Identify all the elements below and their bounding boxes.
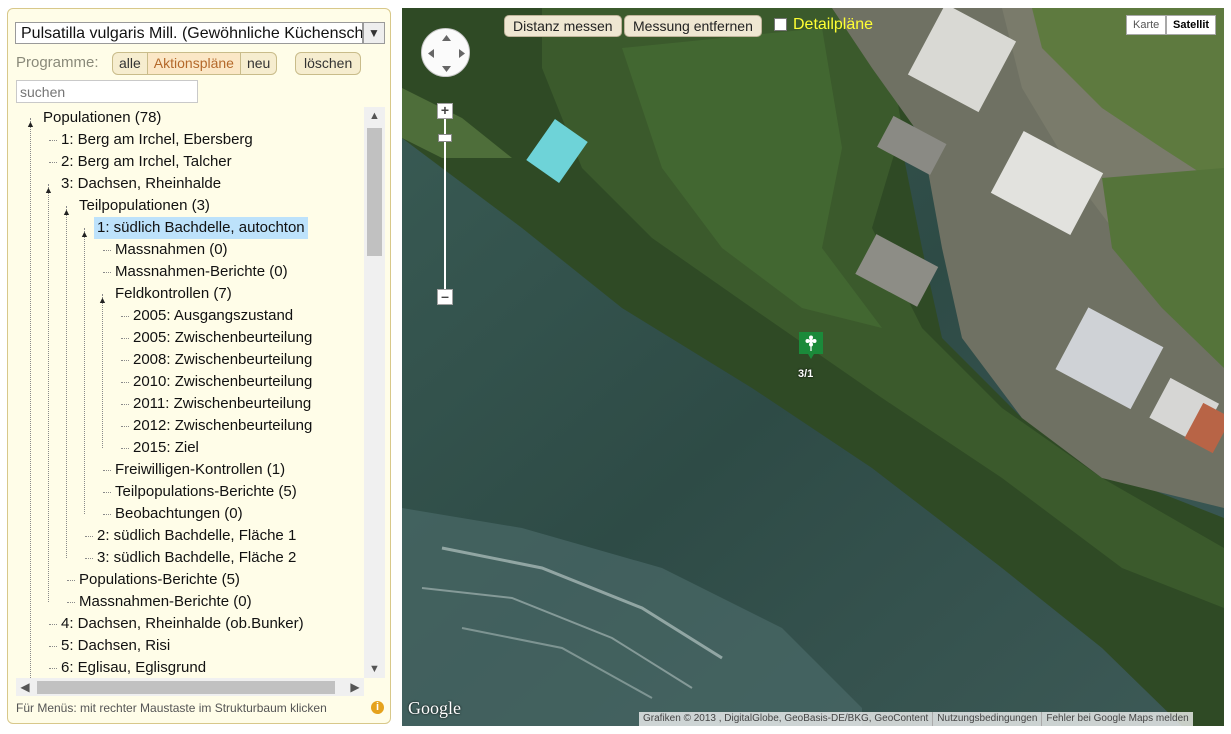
tree-node-subpop-reports[interactable]: Teilpopulations-Berichte (5) bbox=[16, 481, 364, 503]
tree-node-control-2011[interactable]: 2011: Zwischenbeurteilung bbox=[16, 393, 364, 415]
info-icon[interactable]: i bbox=[371, 701, 384, 714]
zoom-slider-track[interactable] bbox=[444, 117, 446, 289]
maptype-map-button[interactable]: Karte bbox=[1126, 15, 1167, 35]
tree-node-measures[interactable]: Massnahmen (0) bbox=[16, 239, 364, 261]
tree-node-control-2010[interactable]: 2010: Zwischenbeurteilung bbox=[16, 371, 364, 393]
tree-node-populations[interactable]: ▲ Populationen (78) bbox=[16, 107, 364, 129]
program-actionplans-button[interactable]: Aktionspläne bbox=[147, 53, 241, 74]
tree-horizontal-scrollbar[interactable]: ◀ ▶ bbox=[16, 678, 364, 696]
zoom-in-button[interactable]: + bbox=[437, 103, 453, 119]
tree-node-control-2012[interactable]: 2012: Zwischenbeurteilung bbox=[16, 415, 364, 437]
detail-plans-checkbox[interactable] bbox=[774, 18, 787, 31]
scroll-up-icon[interactable]: ▲ bbox=[364, 107, 385, 125]
tree-node-population-2[interactable]: 2: Berg am Irchel, Talcher bbox=[16, 151, 364, 173]
tree-node-field-controls[interactable]: ▲ Feldkontrollen (7) bbox=[16, 283, 364, 305]
google-logo: Google bbox=[408, 698, 461, 718]
tree-node-subpopulation-1[interactable]: ▲ 1: südlich Bachdelle, autochton bbox=[16, 217, 364, 239]
tree-node-population-5[interactable]: 5: Dachsen, Risi bbox=[16, 635, 364, 657]
species-select[interactable]: Pulsatilla vulgaris Mill. (Gewöhnliche K… bbox=[15, 22, 363, 44]
tree-node-population-measure-reports[interactable]: Massnahmen-Berichte (0) bbox=[16, 591, 364, 613]
scroll-down-icon[interactable]: ▼ bbox=[364, 660, 385, 678]
tree-node-observations[interactable]: Beobachtungen (0) bbox=[16, 503, 364, 525]
tree-node-volunteer-controls[interactable]: Freiwilligen-Kontrollen (1) bbox=[16, 459, 364, 481]
search-input[interactable] bbox=[16, 80, 198, 103]
tree-node-control-2008[interactable]: 2008: Zwischenbeurteilung bbox=[16, 349, 364, 371]
tree-node-subpopulation-3[interactable]: 3: südlich Bachdelle, Fläche 2 bbox=[16, 547, 364, 569]
tree-node-subpopulations[interactable]: ▲ Teilpopulationen (3) bbox=[16, 195, 364, 217]
scroll-right-icon[interactable]: ▶ bbox=[346, 678, 364, 696]
tree-node-population-reports[interactable]: Populations-Berichte (5) bbox=[16, 569, 364, 591]
scroll-thumb[interactable] bbox=[37, 681, 335, 694]
terms-link[interactable]: Nutzungsbedingungen bbox=[933, 712, 1043, 726]
programs-label: Programme: bbox=[16, 54, 99, 71]
map-view[interactable]: Distanz messen Messung entfernen Detailp… bbox=[402, 8, 1224, 726]
tree-node-control-2005a[interactable]: 2005: Ausgangszustand bbox=[16, 305, 364, 327]
population-marker-icon[interactable] bbox=[799, 332, 823, 360]
tree-node-population-6[interactable]: 6: Eglisau, Eglisgrund bbox=[16, 657, 364, 678]
scroll-thumb[interactable] bbox=[367, 128, 382, 256]
maptype-satellite-button[interactable]: Satellit bbox=[1166, 15, 1217, 35]
pan-arrows-icon bbox=[428, 35, 465, 72]
tree-node-population-1[interactable]: 1: Berg am Irchel, Ebersberg bbox=[16, 129, 364, 151]
satellite-imagery bbox=[402, 8, 1224, 726]
tree-node-control-2015[interactable]: 2015: Ziel bbox=[16, 437, 364, 459]
report-error-link[interactable]: Fehler bei Google Maps melden bbox=[1042, 712, 1192, 726]
sidebar-panel: Pulsatilla vulgaris Mill. (Gewöhnliche K… bbox=[7, 8, 391, 724]
tree-node-subpopulation-2[interactable]: 2: südlich Bachdelle, Fläche 1 bbox=[16, 525, 364, 547]
pan-control[interactable] bbox=[421, 28, 470, 77]
remove-measurement-button[interactable]: Messung entfernen bbox=[624, 15, 762, 37]
zoom-out-button[interactable]: – bbox=[437, 289, 453, 305]
marker-label: 3/1 bbox=[798, 368, 814, 380]
program-new-button[interactable]: neu bbox=[241, 53, 276, 74]
scroll-left-icon[interactable]: ◀ bbox=[16, 678, 34, 696]
tree-vertical-scrollbar[interactable]: ▲ ▼ bbox=[364, 107, 385, 678]
program-filter-group: alle Aktionspläne neu bbox=[112, 52, 278, 75]
context-menu-hint: Für Menüs: mit rechter Maustaste im Stru… bbox=[16, 701, 327, 715]
tree-node-population-3[interactable]: ▲ 3: Dachsen, Rheinhalde bbox=[16, 173, 364, 195]
zoom-slider-handle[interactable] bbox=[438, 134, 452, 142]
tree-node-measure-reports[interactable]: Massnahmen-Berichte (0) bbox=[16, 261, 364, 283]
detail-plans-label[interactable]: Detailpläne bbox=[793, 16, 873, 34]
chevron-down-icon[interactable]: ▼ bbox=[363, 22, 385, 44]
structure-tree: ▲ Populationen (78) 1: Berg am Irchel, E… bbox=[16, 107, 364, 678]
tree-node-control-2005b[interactable]: 2005: Zwischenbeurteilung bbox=[16, 327, 364, 349]
tree-node-population-4[interactable]: 4: Dachsen, Rheinhalde (ob.Bunker) bbox=[16, 613, 364, 635]
attribution-text: Grafiken © 2013 , DigitalGlobe, GeoBasis… bbox=[639, 712, 934, 726]
program-all-button[interactable]: alle bbox=[113, 53, 148, 74]
measure-distance-button[interactable]: Distanz messen bbox=[504, 15, 622, 37]
map-attribution: Grafiken © 2013 , DigitalGlobe, GeoBasis… bbox=[639, 712, 1193, 726]
delete-button[interactable]: löschen bbox=[295, 52, 362, 75]
